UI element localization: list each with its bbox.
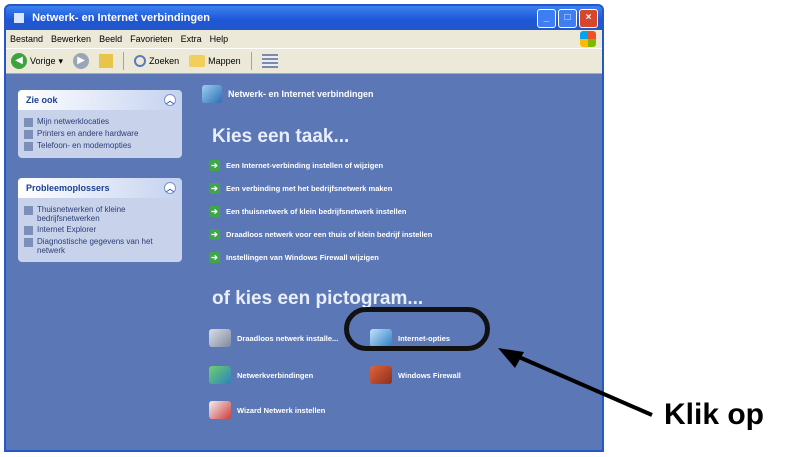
pointer-arrow	[498, 348, 653, 417]
instruction-label: Klik op	[664, 398, 765, 431]
